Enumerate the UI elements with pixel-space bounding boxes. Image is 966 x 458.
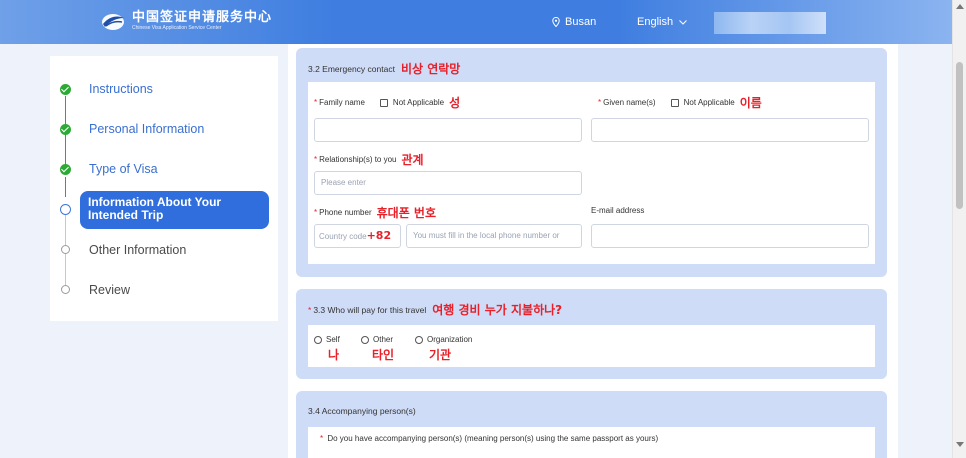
step-label: Information About Your Intended Trip: [88, 195, 222, 222]
logo-text-chinese: 中国签证申请服务中心: [132, 9, 273, 25]
travel-payer-section: * 3.3 Who will pay for this travel 여행 경비 …: [296, 289, 887, 379]
travel-payer-options: Self 나 Other 타인 Organization 기관: [308, 325, 875, 367]
annotation-note: 타인: [372, 348, 395, 362]
email-input[interactable]: [591, 224, 869, 248]
location-label: Busan: [565, 16, 597, 28]
location-selector[interactable]: Busan: [552, 16, 596, 28]
step-label: Other Information: [89, 243, 187, 257]
annotation-note: 휴대폰 번호: [376, 206, 436, 220]
step-label: Instructions: [89, 82, 153, 96]
radio-icon[interactable]: [314, 335, 322, 344]
scroll-up-arrow-icon[interactable]: [956, 4, 964, 9]
section-title: * 3.3 Who will pay for this travel 여행 경비 …: [308, 303, 563, 317]
section-title: 3.2 Emergency contact 비상 연락망: [308, 62, 461, 76]
annotation-note: 비상 연락망: [400, 62, 461, 76]
payer-option-self[interactable]: Self: [314, 335, 340, 344]
scroll-down-arrow-icon[interactable]: [956, 442, 964, 447]
phone-number-label: * Phone number 휴대폰 번호: [314, 206, 436, 220]
check-icon: [60, 84, 71, 95]
email-label: E-mail address: [591, 206, 645, 215]
not-applicable-label: Not Applicable: [683, 98, 735, 107]
annotation-note: 여행 경비 누가 지불하나?: [432, 303, 563, 317]
step-label: Type of Visa: [89, 162, 158, 176]
language-selector[interactable]: English: [637, 16, 687, 28]
step-label: Review: [89, 283, 130, 297]
emergency-contact-section: 3.2 Emergency contact 비상 연락망 * Family nam…: [296, 48, 887, 277]
logo[interactable]: 中国签证申请服务中心 Chinese Visa Application Serv…: [100, 10, 272, 32]
payer-option-organization[interactable]: Organization: [415, 335, 472, 344]
annotation-note: +82: [366, 229, 392, 242]
check-icon: [60, 124, 71, 135]
section-title: 3.4 Accompanying person(s): [308, 406, 416, 416]
logo-text-english: Chinese Visa Application Service Center: [132, 24, 222, 31]
annotation-note: 이름: [739, 96, 762, 110]
logo-swoosh-icon: [102, 14, 124, 30]
family-name-not-applicable-checkbox[interactable]: [379, 98, 388, 107]
location-pin-icon: [552, 17, 560, 27]
accompanying-persons-section: 3.4 Accompanying person(s) * Do you have…: [296, 391, 887, 458]
relationship-label: * Relationship(s) to you 관계: [314, 153, 424, 167]
radio-icon[interactable]: [361, 335, 369, 344]
family-name-input[interactable]: [314, 118, 582, 142]
language-label: English: [637, 16, 674, 28]
payer-option-other[interactable]: Other: [361, 335, 393, 344]
annotation-note: 관계: [401, 153, 424, 167]
country-code-input[interactable]: Country code+82: [314, 224, 401, 248]
current-step-circle-icon: [60, 204, 71, 215]
pending-step-circle-icon: [61, 245, 70, 254]
page-scrollbar[interactable]: [952, 0, 966, 458]
annotation-note: 기관: [429, 348, 452, 362]
relationship-input[interactable]: Please enter: [314, 171, 582, 195]
given-name-label: * Given name(s) Not Applicable 이름: [598, 96, 762, 110]
pending-step-circle-icon: [61, 285, 70, 294]
step-intended-trip-active[interactable]: Information About Your Intended Trip: [80, 191, 269, 229]
user-account-area[interactable]: [714, 12, 826, 34]
given-name-input[interactable]: [591, 118, 869, 142]
top-header: 中国签证申请服务中心 Chinese Visa Application Serv…: [0, 0, 952, 44]
accompanying-question-label: * Do you have accompanying person(s) (me…: [320, 434, 659, 443]
local-phone-input[interactable]: You must fill in the local phone number …: [406, 224, 582, 248]
chevron-down-icon: [679, 19, 687, 25]
scrollbar-thumb[interactable]: [956, 62, 963, 209]
annotation-note: 성: [449, 96, 461, 110]
family-name-label: * Family name Not Applicable 성: [314, 96, 461, 110]
given-name-not-applicable-checkbox[interactable]: [670, 98, 679, 107]
accompanying-persons-form: * Do you have accompanying person(s) (me…: [308, 427, 875, 458]
radio-icon[interactable]: [415, 335, 423, 344]
emergency-contact-form: * Family name Not Applicable 성 * Given nam…: [308, 82, 875, 264]
annotation-note: 나: [328, 348, 340, 362]
not-applicable-label: Not Applicable: [392, 98, 445, 107]
progress-line-done: [65, 177, 66, 197]
progress-sidebar: Instructions Personal Information Type o…: [50, 56, 278, 321]
step-label: Personal Information: [89, 122, 205, 136]
check-icon: [60, 164, 71, 175]
